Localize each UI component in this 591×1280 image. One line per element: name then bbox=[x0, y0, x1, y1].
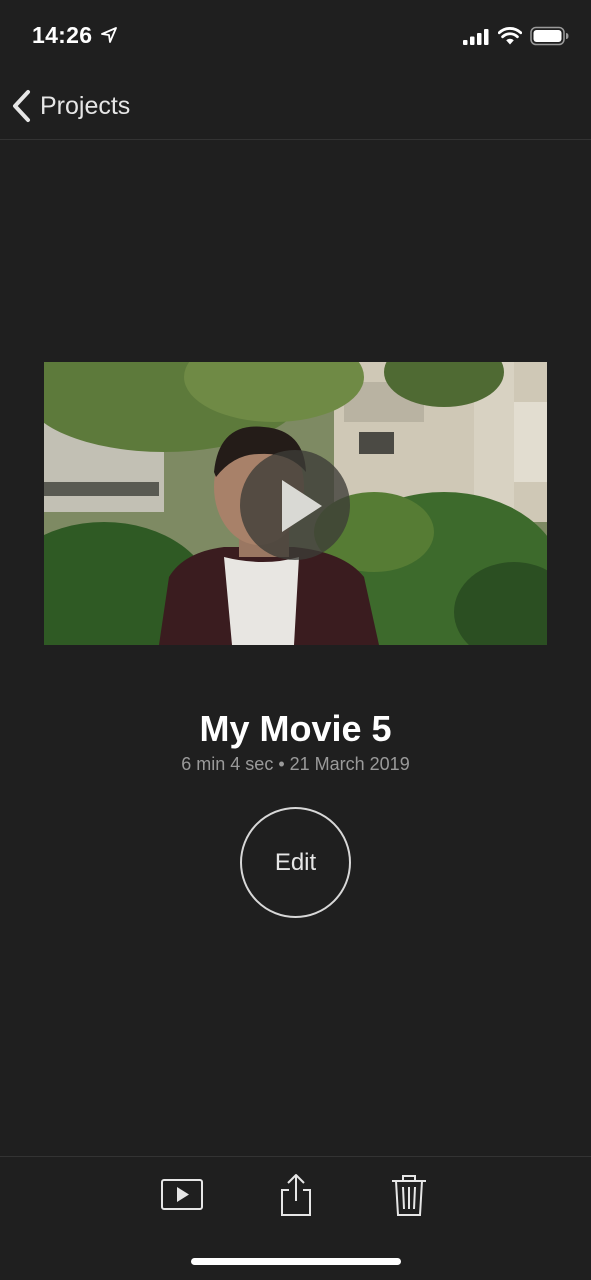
wifi-icon bbox=[498, 27, 522, 45]
chevron-left-icon bbox=[13, 90, 30, 122]
video-thumbnail[interactable] bbox=[44, 362, 547, 645]
edit-button[interactable]: Edit bbox=[240, 807, 351, 918]
home-indicator[interactable] bbox=[191, 1258, 401, 1265]
play-icon bbox=[282, 480, 322, 532]
battery-icon bbox=[530, 26, 569, 46]
trash-icon bbox=[392, 1175, 426, 1216]
delete-button[interactable] bbox=[385, 1171, 433, 1219]
back-button[interactable]: Projects bbox=[10, 86, 130, 126]
project-title: My Movie 5 bbox=[199, 708, 392, 749]
cellular-signal-icon bbox=[463, 29, 489, 45]
edit-button-label: Edit bbox=[274, 848, 317, 876]
status-time: 14:26 bbox=[32, 22, 93, 48]
location-arrow-icon bbox=[101, 27, 117, 43]
play-fullscreen-icon bbox=[161, 1179, 203, 1210]
share-button[interactable] bbox=[272, 1171, 320, 1219]
project-meta: 6 min 4 sec • 21 March 2019 bbox=[181, 754, 410, 774]
back-button-label: Projects bbox=[40, 91, 131, 120]
play-fullscreen-button[interactable] bbox=[158, 1171, 206, 1219]
navigation-bar: Projects bbox=[0, 76, 591, 140]
status-bar: 14:26 bbox=[0, 0, 591, 76]
play-button[interactable] bbox=[240, 450, 350, 560]
share-icon bbox=[281, 1174, 311, 1216]
project-detail-screen: 14:26 Projects My Movie 5 6 min 4 sec • … bbox=[0, 0, 591, 1280]
